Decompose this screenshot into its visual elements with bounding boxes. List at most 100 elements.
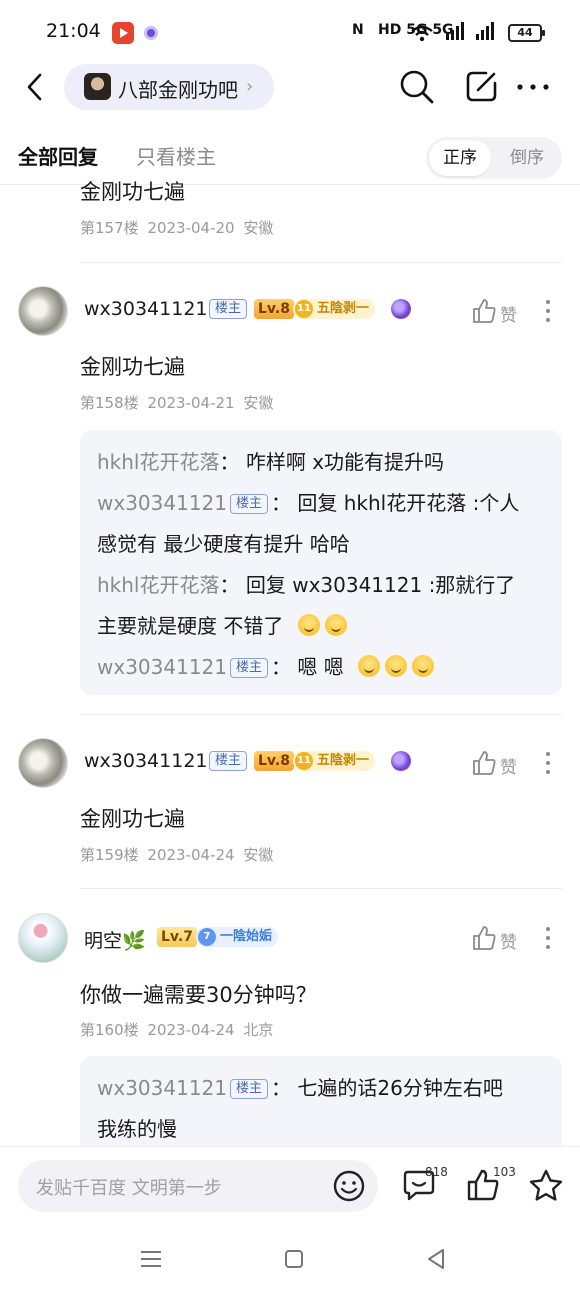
- home-nav-icon[interactable]: [284, 1249, 304, 1269]
- title-badge: 7 一陰始姤: [196, 927, 279, 947]
- forum-avatar: [84, 73, 111, 100]
- smile-emoji-icon: [412, 655, 435, 677]
- reply-username[interactable]: wx30341121: [97, 655, 227, 679]
- menu-nav-icon[interactable]: [140, 1249, 162, 1269]
- post-meta: 第157楼 2023-04-20 安徽: [80, 217, 273, 238]
- reply-text-continued: 感觉有 最少硬度有提升 哈哈: [97, 532, 350, 556]
- post-divider: [80, 714, 562, 715]
- smile-emoji-icon: [297, 614, 320, 636]
- smile-emoji-icon: [385, 655, 408, 677]
- post-meta: 第160楼 2023-04-24 北京: [80, 1019, 273, 1040]
- post-date: 2023-04-20: [147, 219, 235, 237]
- post-date: 2023-04-24: [147, 846, 235, 864]
- avatar[interactable]: [18, 913, 68, 963]
- username-text[interactable]: 明空: [84, 930, 122, 952]
- back-nav-icon[interactable]: [426, 1248, 446, 1270]
- post-floor: 第160楼: [80, 1021, 139, 1039]
- level-badge: Lv.8: [254, 299, 294, 319]
- like-label[interactable]: 赞: [500, 301, 517, 326]
- emoji-icon[interactable]: [332, 1169, 366, 1203]
- reply-sep: ：: [219, 573, 240, 597]
- level-badge: Lv.7: [157, 927, 197, 947]
- kebab-icon[interactable]: [544, 751, 552, 775]
- edit-icon[interactable]: [464, 68, 500, 104]
- avatar[interactable]: [18, 286, 68, 336]
- post-location: 安徽: [243, 846, 274, 864]
- video-app-icon: [112, 22, 134, 44]
- reply-text: 咋样啊 x功能有提升吗: [245, 450, 445, 474]
- smile-emoji-icon: [324, 614, 347, 636]
- reply-item[interactable]: hkhl花开花落： 回复 wx30341121 :那就行了: [97, 569, 515, 598]
- op-badge: 楼主: [209, 751, 248, 771]
- reply-text: 回复 hkhl花开花落 :个人: [297, 491, 520, 515]
- title-badge-text: 一陰始姤: [220, 929, 273, 944]
- planet-icon: [391, 751, 411, 771]
- tab-op-only[interactable]: 只看楼主: [136, 141, 216, 170]
- smile-emoji-icon: [358, 655, 381, 677]
- title-badge-text: 五陰剥一: [317, 301, 370, 316]
- op-badge: 楼主: [230, 494, 269, 514]
- title-badge: 11 五陰剥一: [293, 751, 376, 771]
- reply-item[interactable]: wx30341121 楼主： 七遍的话26分钟左右吧: [97, 1072, 503, 1101]
- sort-ascending-button[interactable]: 正序: [429, 140, 491, 176]
- thumb-up-icon[interactable]: [472, 925, 496, 951]
- reply-input-placeholder[interactable]: 发贴千百度 文明第一步: [36, 1174, 222, 1200]
- post-divider: [80, 888, 562, 889]
- post-content: 金刚功七遍: [80, 180, 185, 202]
- reply-text: 七遍的话26分钟左右吧: [297, 1076, 503, 1100]
- reply-item[interactable]: wx30341121 楼主： 嗯 嗯: [97, 651, 439, 680]
- chevron-right-icon: ›: [246, 76, 254, 97]
- thumb-up-icon[interactable]: [472, 750, 496, 776]
- kebab-icon[interactable]: [544, 299, 552, 323]
- more-icon[interactable]: [516, 82, 550, 92]
- reply-item[interactable]: wx30341121 楼主： 回复 hkhl花开花落 :个人: [97, 487, 519, 516]
- assistant-app-icon: [144, 26, 158, 40]
- like-count: 103: [493, 1165, 516, 1179]
- title-badge: 11 五陰剥一: [293, 299, 376, 319]
- reply-continued-line: 主要就是硬度 不错了: [97, 610, 352, 639]
- post-meta: 第158楼 2023-04-21 安徽: [80, 392, 273, 413]
- reply-text-continued: 我练的慢: [97, 1117, 177, 1141]
- post-content: 金刚功七遍: [80, 355, 185, 379]
- reply-text: 嗯 嗯: [297, 655, 344, 679]
- like-label[interactable]: 赞: [500, 753, 517, 778]
- username[interactable]: wx30341121: [84, 750, 208, 772]
- reply-item[interactable]: hkhl花开花落： 咋样啊 x功能有提升吗: [97, 446, 444, 475]
- signal-icon: [446, 22, 494, 40]
- thumb-up-icon[interactable]: [472, 298, 496, 324]
- wifi-icon: [411, 25, 433, 42]
- comment-count: 818: [425, 1165, 448, 1179]
- reply-username[interactable]: hkhl花开花落: [97, 573, 220, 597]
- status-time: 21:04: [46, 20, 101, 42]
- back-icon[interactable]: [24, 72, 44, 102]
- reply-username[interactable]: hkhl花开花落: [97, 450, 220, 474]
- kebab-icon[interactable]: [544, 926, 552, 950]
- reply-username[interactable]: wx30341121: [97, 491, 227, 515]
- post-date: 2023-04-24: [147, 1021, 235, 1039]
- title-badge-number: 11: [295, 752, 313, 770]
- post-divider: [80, 262, 562, 263]
- avatar[interactable]: [18, 738, 68, 788]
- post-content: 你做一遍需要30分钟吗？: [80, 983, 317, 1007]
- reply-text: 回复 wx30341121 :那就行了: [245, 573, 516, 597]
- forum-name[interactable]: 八部金刚功吧: [118, 74, 238, 103]
- reply-sep: ：: [271, 1076, 292, 1100]
- like-label[interactable]: 赞: [500, 928, 517, 953]
- post-floor: 第157楼: [80, 219, 139, 237]
- reply-username[interactable]: wx30341121: [97, 1076, 227, 1100]
- op-badge: 楼主: [209, 299, 248, 319]
- title-badge-number: 7: [198, 928, 216, 946]
- post-date: 2023-04-21: [147, 394, 235, 412]
- post-meta: 第159楼 2023-04-24 安徽: [80, 844, 273, 865]
- star-icon[interactable]: [528, 1168, 564, 1202]
- search-icon[interactable]: [398, 68, 436, 106]
- leaf-icon: 🌿: [122, 930, 146, 952]
- tab-all-replies[interactable]: 全部回复: [18, 141, 98, 170]
- username[interactable]: 明空🌿: [84, 926, 146, 953]
- sort-descending-button[interactable]: 倒序: [496, 140, 558, 176]
- battery-indicator: 44: [508, 24, 545, 42]
- title-badge-text: 五陰剥一: [317, 753, 370, 768]
- username[interactable]: wx30341121: [84, 298, 208, 320]
- post-content: 金刚功七遍: [80, 807, 185, 831]
- planet-icon: [391, 299, 411, 319]
